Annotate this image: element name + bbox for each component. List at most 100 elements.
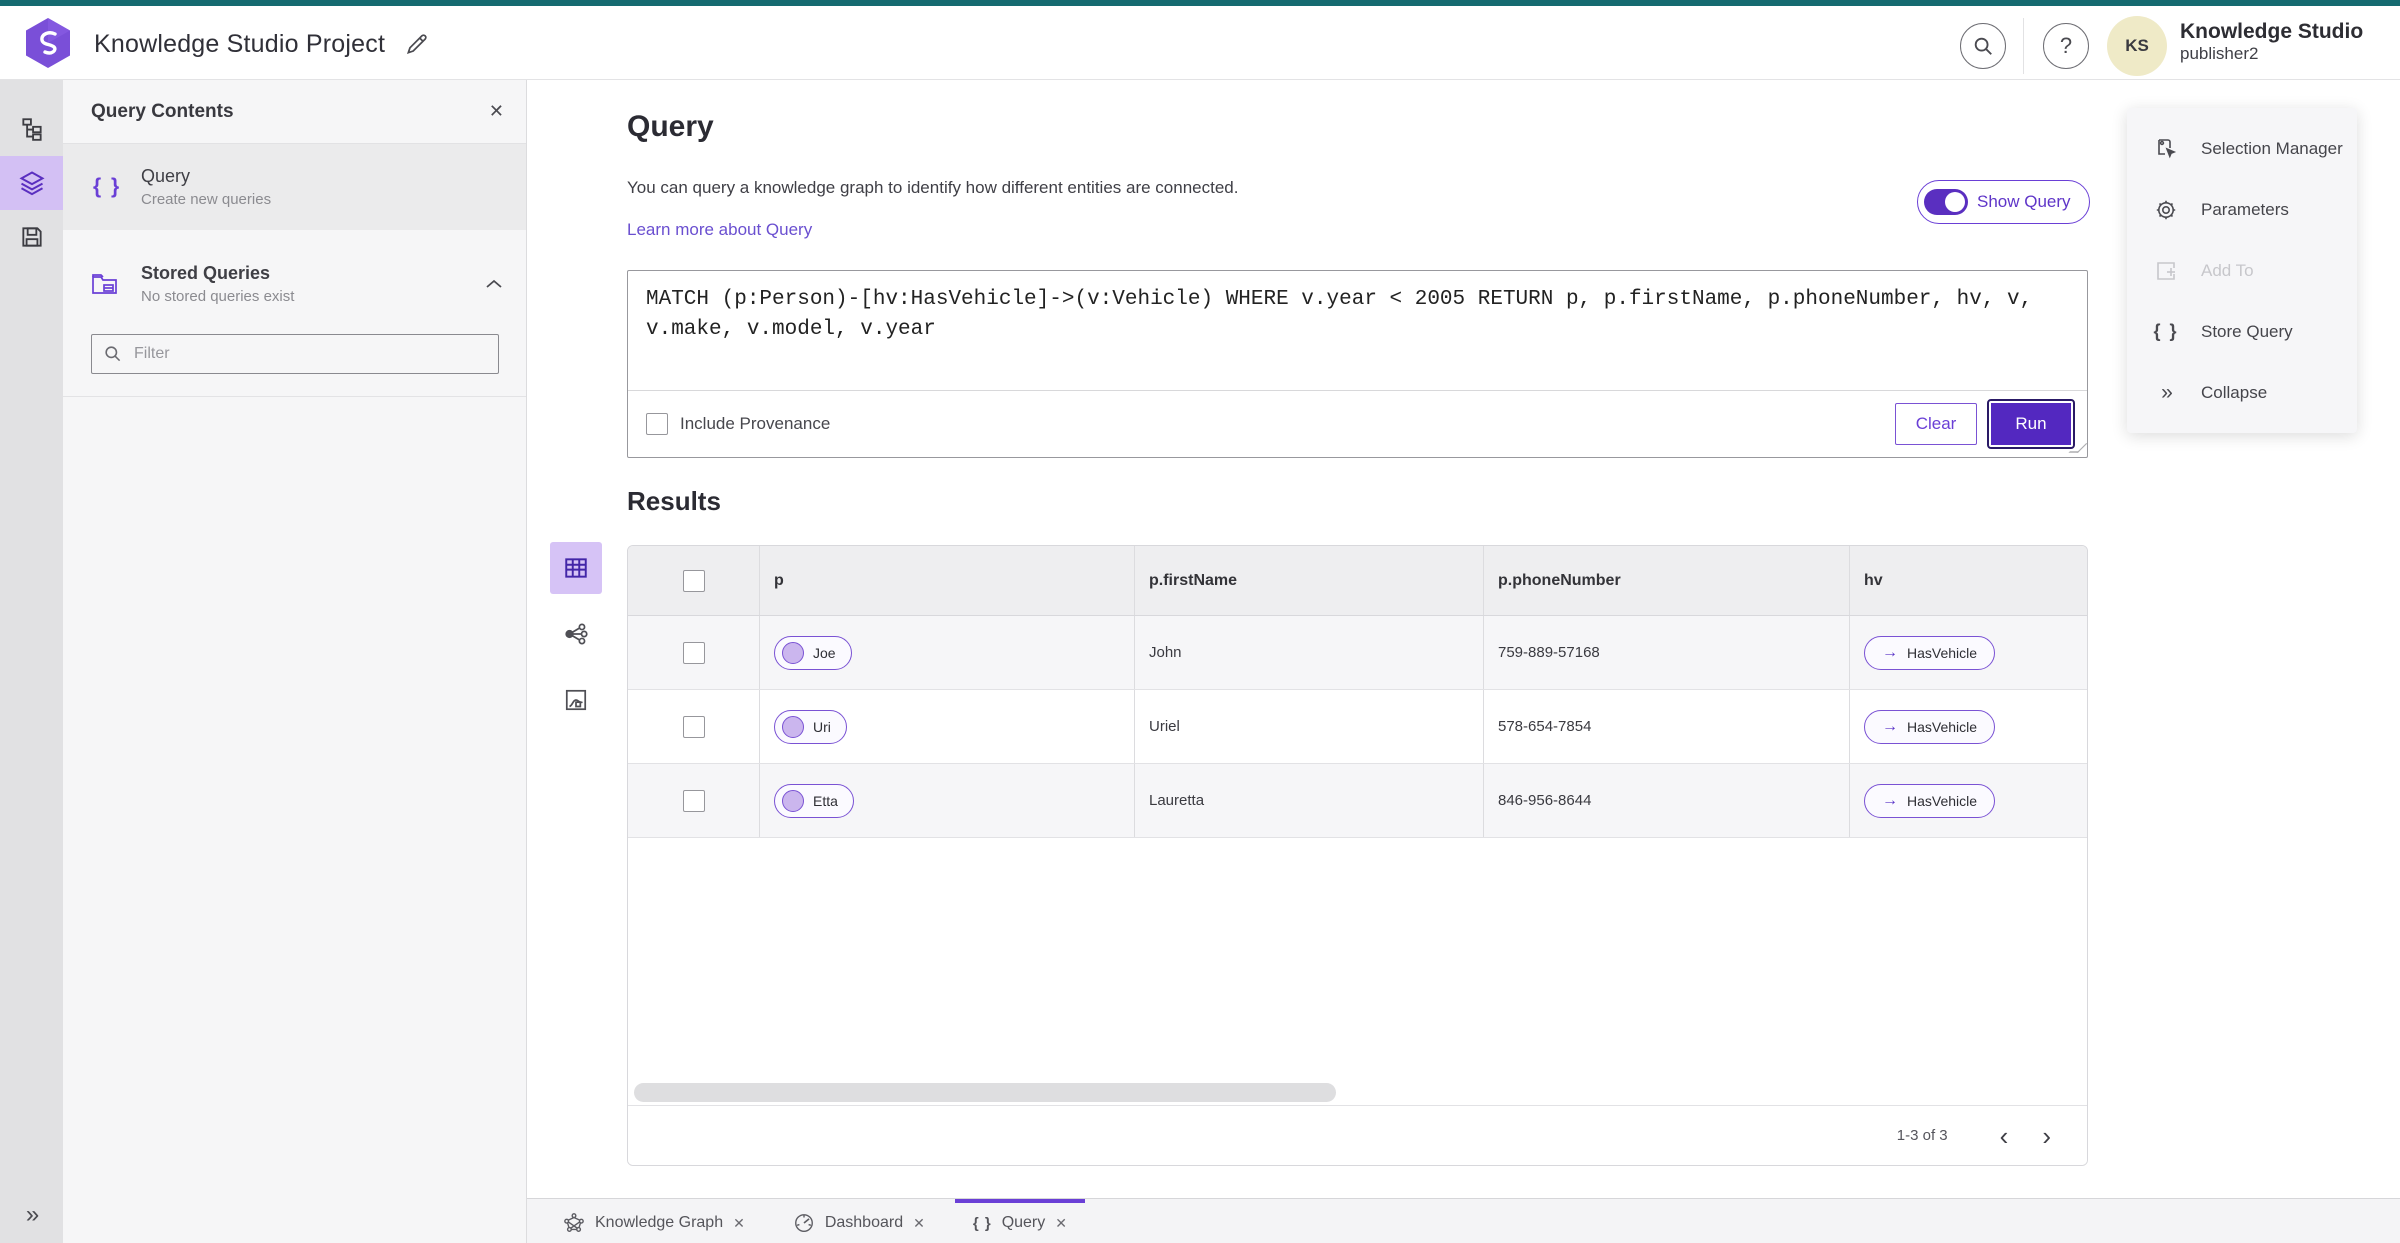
column-header-phonenumber[interactable]: p.phoneNumber (1498, 572, 1621, 590)
double-chevron-right-icon: » (2161, 380, 2173, 404)
rail-item-layers[interactable] (0, 156, 63, 210)
tab-dashboard[interactable]: Dashboard ✕ (775, 1199, 943, 1243)
knowledge-graph-icon (563, 1212, 585, 1234)
node-label: Etta (813, 792, 838, 809)
selection-manager-icon (2153, 137, 2179, 161)
search-icon (103, 344, 122, 363)
show-query-label: Show Query (1977, 192, 2071, 211)
edge-label: HasVehicle (1907, 792, 1978, 809)
search-button[interactable] (1960, 23, 2006, 69)
run-button[interactable]: Run (1987, 399, 2075, 449)
gear-icon (2153, 198, 2179, 222)
close-icon[interactable]: ✕ (489, 101, 504, 122)
dashboard-icon (793, 1212, 815, 1234)
toggle-track (1924, 189, 1968, 215)
close-icon[interactable]: ✕ (913, 1215, 925, 1232)
panel-header: Query Contents ✕ (63, 80, 526, 144)
user-info: Knowledge Studio publisher2 (2180, 19, 2363, 65)
table-view-icon (565, 558, 587, 578)
menu-item-store-query[interactable]: { } Store Query (2127, 301, 2357, 362)
sidebar-item-stored-queries[interactable]: Stored Queries No stored queries exist (63, 244, 526, 324)
include-provenance-checkbox[interactable] (646, 413, 668, 435)
expand-panel-icon[interactable]: » (0, 1201, 63, 1229)
previous-page-button[interactable]: ‹ (2000, 1123, 2009, 1149)
tab-query[interactable]: { } Query ✕ (954, 1199, 1085, 1243)
braces-icon: { } (2153, 321, 2179, 341)
row-checkbox[interactable] (682, 789, 705, 812)
results-table: p p.firstName p.phoneNumber hv Joe John … (627, 545, 2088, 1166)
select-all-checkbox[interactable] (682, 569, 705, 592)
page-description: You can query a knowledge graph to ident… (627, 178, 1239, 197)
table-row: Etta Lauretta 846-956-8644 → HasVehicle (628, 764, 2087, 838)
next-page-button[interactable]: › (2042, 1123, 2051, 1149)
edge-chip[interactable]: → HasVehicle (1864, 783, 1996, 818)
query-editor[interactable]: MATCH (p:Person)-[hv:HasVehicle]->(v:Veh… (628, 271, 2087, 391)
row-checkbox[interactable] (682, 715, 705, 738)
menu-item-collapse[interactable]: » Collapse (2127, 362, 2357, 423)
menu-item-add-to: Add To (2127, 240, 2357, 301)
node-chip[interactable]: Etta (774, 783, 854, 818)
menu-item-label: Selection Manager (2201, 138, 2343, 158)
layers-icon (18, 171, 45, 196)
save-icon (21, 227, 42, 247)
question-icon: ? (2059, 33, 2073, 58)
chevron-up-icon[interactable] (486, 279, 502, 289)
column-header-firstname[interactable]: p.firstName (1149, 572, 1237, 590)
menu-item-label: Add To (2201, 260, 2254, 280)
braces-icon: { } (93, 175, 122, 198)
graph-view-button[interactable] (550, 608, 602, 660)
table-row: Joe John 759-889-57168 → HasVehicle (628, 616, 2087, 690)
row-checkbox[interactable] (682, 641, 705, 664)
tab-knowledge-graph[interactable]: Knowledge Graph ✕ (545, 1199, 763, 1243)
query-box: MATCH (p:Person)-[hv:HasVehicle]->(v:Veh… (627, 270, 2088, 458)
rail-item-hierarchy[interactable] (0, 102, 63, 156)
filter-input[interactable] (91, 334, 499, 374)
include-provenance-label: Include Provenance (680, 414, 831, 433)
column-header-p[interactable]: p (774, 572, 784, 590)
cell-firstname: Uriel (1149, 718, 1180, 735)
cell-phonenumber: 578-654-7854 (1498, 718, 1592, 735)
hierarchy-icon (21, 118, 42, 141)
clear-button[interactable]: Clear (1895, 403, 1977, 445)
edit-title-icon[interactable] (404, 31, 430, 57)
menu-item-label: Collapse (2201, 382, 2268, 402)
edge-chip[interactable]: → HasVehicle (1864, 709, 1996, 744)
menu-item-label: Store Query (2201, 321, 2293, 341)
edge-label: HasVehicle (1907, 718, 1978, 735)
menu-item-label: Parameters (2201, 199, 2289, 219)
close-icon[interactable]: ✕ (733, 1215, 745, 1232)
panel-title: Query Contents (91, 100, 234, 122)
menu-item-parameters[interactable]: Parameters (2127, 179, 2357, 240)
knowledge-studio-app: Knowledge Studio Project ? KS Knowledge … (0, 0, 2400, 1243)
node-chip[interactable]: Joe (774, 635, 852, 670)
rail-item-save[interactable] (0, 210, 63, 264)
help-button[interactable]: ? (2043, 23, 2089, 69)
query-contents-panel: Query Contents ✕ { } Query Create new qu… (63, 80, 527, 1243)
top-bar: Knowledge Studio Project ? KS Knowledge … (0, 6, 2400, 80)
table-view-button[interactable] (550, 542, 602, 594)
close-icon[interactable]: ✕ (1055, 1215, 1067, 1232)
project-title: Knowledge Studio Project (94, 30, 386, 58)
tab-label: Knowledge Graph (595, 1214, 724, 1231)
query-context-menu: Selection Manager Parameters Add To { } (2127, 108, 2357, 433)
chart-view-button[interactable] (550, 674, 602, 726)
horizontal-scrollbar[interactable] (634, 1083, 1336, 1102)
node-chip[interactable]: Uri (774, 709, 847, 744)
arrow-right-icon: → (1882, 717, 1898, 735)
main-content: Query You can query a knowledge graph to… (527, 80, 2400, 1198)
sidebar-item-query[interactable]: { } Query Create new queries (63, 144, 526, 230)
column-header-hv[interactable]: hv (1864, 572, 1883, 590)
cell-firstname: Lauretta (1149, 792, 1205, 809)
table-header-row: p p.firstName p.phoneNumber hv (628, 546, 2087, 616)
node-dot-icon (782, 789, 804, 812)
learn-more-link[interactable]: Learn more about Query (627, 220, 812, 240)
show-query-toggle[interactable]: Show Query (1917, 180, 2090, 224)
menu-item-selection-manager[interactable]: Selection Manager (2127, 118, 2357, 179)
search-icon (1974, 37, 1992, 55)
stored-queries-label: Stored Queries (141, 263, 271, 283)
view-switcher (550, 542, 602, 726)
edge-chip[interactable]: → HasVehicle (1864, 635, 1996, 670)
user-avatar[interactable]: KS (2107, 16, 2167, 76)
arrow-right-icon: → (1882, 791, 1898, 809)
product-name: Knowledge Studio (2180, 20, 2364, 43)
